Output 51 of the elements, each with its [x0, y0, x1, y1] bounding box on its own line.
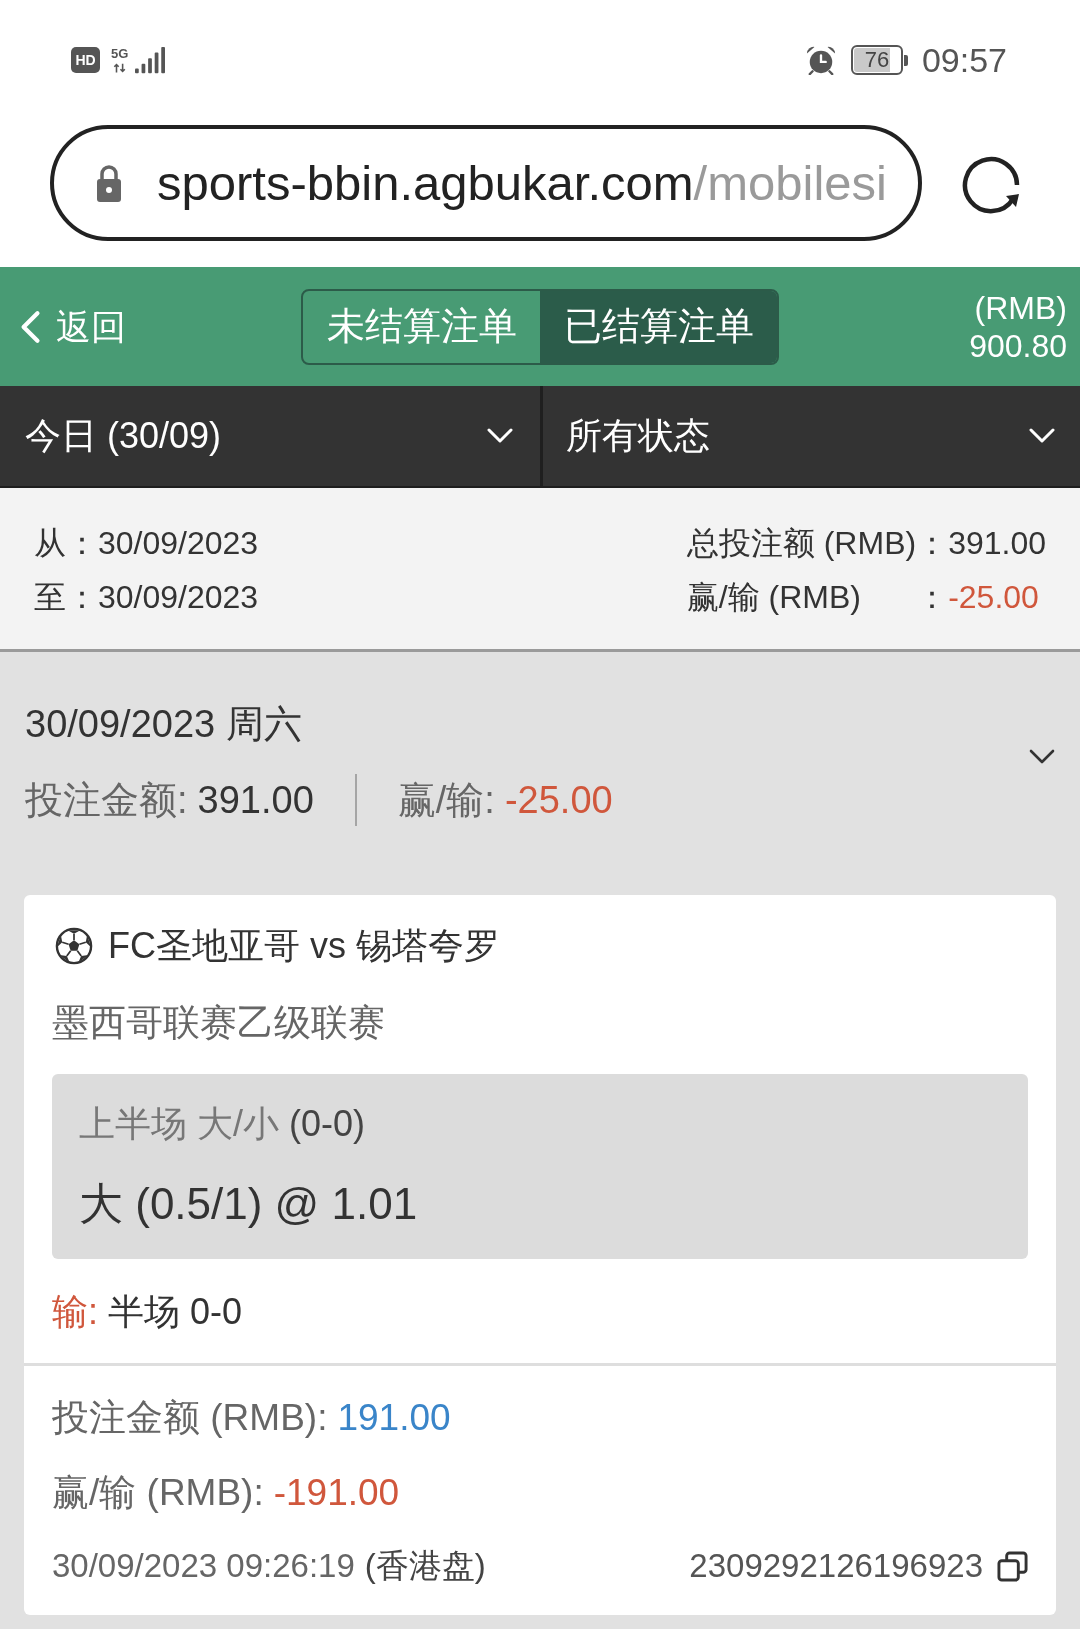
- total-value: 391.00: [948, 524, 1046, 563]
- day-date: 30/09/2023 周六: [25, 702, 303, 747]
- win-loss-label: 赢/输 (RMB):: [52, 1472, 264, 1513]
- period-date: 30/09/2023: [98, 524, 259, 563]
- market-name: 上半场 大/小: [79, 1103, 279, 1144]
- soccer-ball-icon: [55, 927, 93, 965]
- stake-amount: 191.00: [337, 1397, 451, 1438]
- win-loss-amount: -191.00: [273, 1472, 400, 1513]
- copy-icon[interactable]: [997, 1550, 1028, 1582]
- colon-separator: ：: [66, 578, 98, 617]
- colon-separator: ：: [916, 578, 949, 617]
- reload-icon[interactable]: [961, 155, 1021, 215]
- balance-currency: (RMB): [974, 288, 1067, 327]
- colon-separator: ：: [66, 524, 98, 563]
- period-date: 30/09/2023: [98, 578, 259, 617]
- outcome-result: 半场 0-0: [108, 1291, 243, 1332]
- total-label: 总投注额 (RMB): [686, 524, 917, 563]
- placed-time: 30/09/2023 09:26:19: [52, 1546, 355, 1586]
- market-score: (0-0): [289, 1103, 366, 1144]
- clock-time: 09:57: [921, 40, 1007, 80]
- tab[interactable]: 已结算注单: [540, 290, 777, 363]
- alarm-clock-icon: [804, 45, 837, 75]
- ticket-number: 2309292126196923: [689, 1546, 983, 1586]
- chevron-down-icon[interactable]: [1029, 748, 1055, 765]
- network-type-label: 5G: [111, 47, 129, 61]
- league-name: 墨西哥联赛乙级联赛: [52, 1001, 386, 1045]
- address-bar[interactable]: sports-bbin.agbukar.com/mobilesi: [50, 125, 922, 241]
- total-value: -25.00: [948, 578, 1040, 617]
- hd-badge: HD: [71, 47, 100, 73]
- outcome-label: 输:: [52, 1291, 98, 1332]
- odds-type: (香港盘): [364, 1546, 486, 1586]
- period-label: 至: [34, 578, 66, 617]
- win-loss-amount: -25.00: [504, 778, 613, 823]
- colon-separator: ：: [916, 524, 949, 563]
- balance-amount: 900.80: [969, 326, 1067, 365]
- period-label: 从: [34, 524, 66, 563]
- stake-label: 投注金额 (RMB):: [52, 1397, 328, 1438]
- match-title: FC圣地亚哥 vs 锡塔夸罗: [108, 924, 500, 968]
- data-arrows-icon: [112, 63, 127, 73]
- total-label: 赢/输 (RMB): [686, 578, 862, 617]
- stake-amount: 391.00: [197, 778, 314, 823]
- signal-icon: [135, 46, 166, 74]
- chevron-down-icon: [1029, 428, 1055, 444]
- filter-dropdown[interactable]: 所有状态: [543, 386, 1080, 486]
- lock-icon: [94, 163, 124, 203]
- win-loss-label: 赢/输:: [397, 778, 495, 823]
- url-text: sports-bbin.agbukar.com/mobilesi: [157, 155, 887, 212]
- battery-indicator: 76: [850, 45, 908, 75]
- bet-selection: 大 (0.5/1) @ 1.01: [79, 1178, 419, 1230]
- stake-label: 投注金额:: [25, 778, 188, 823]
- chevron-down-icon: [487, 428, 513, 444]
